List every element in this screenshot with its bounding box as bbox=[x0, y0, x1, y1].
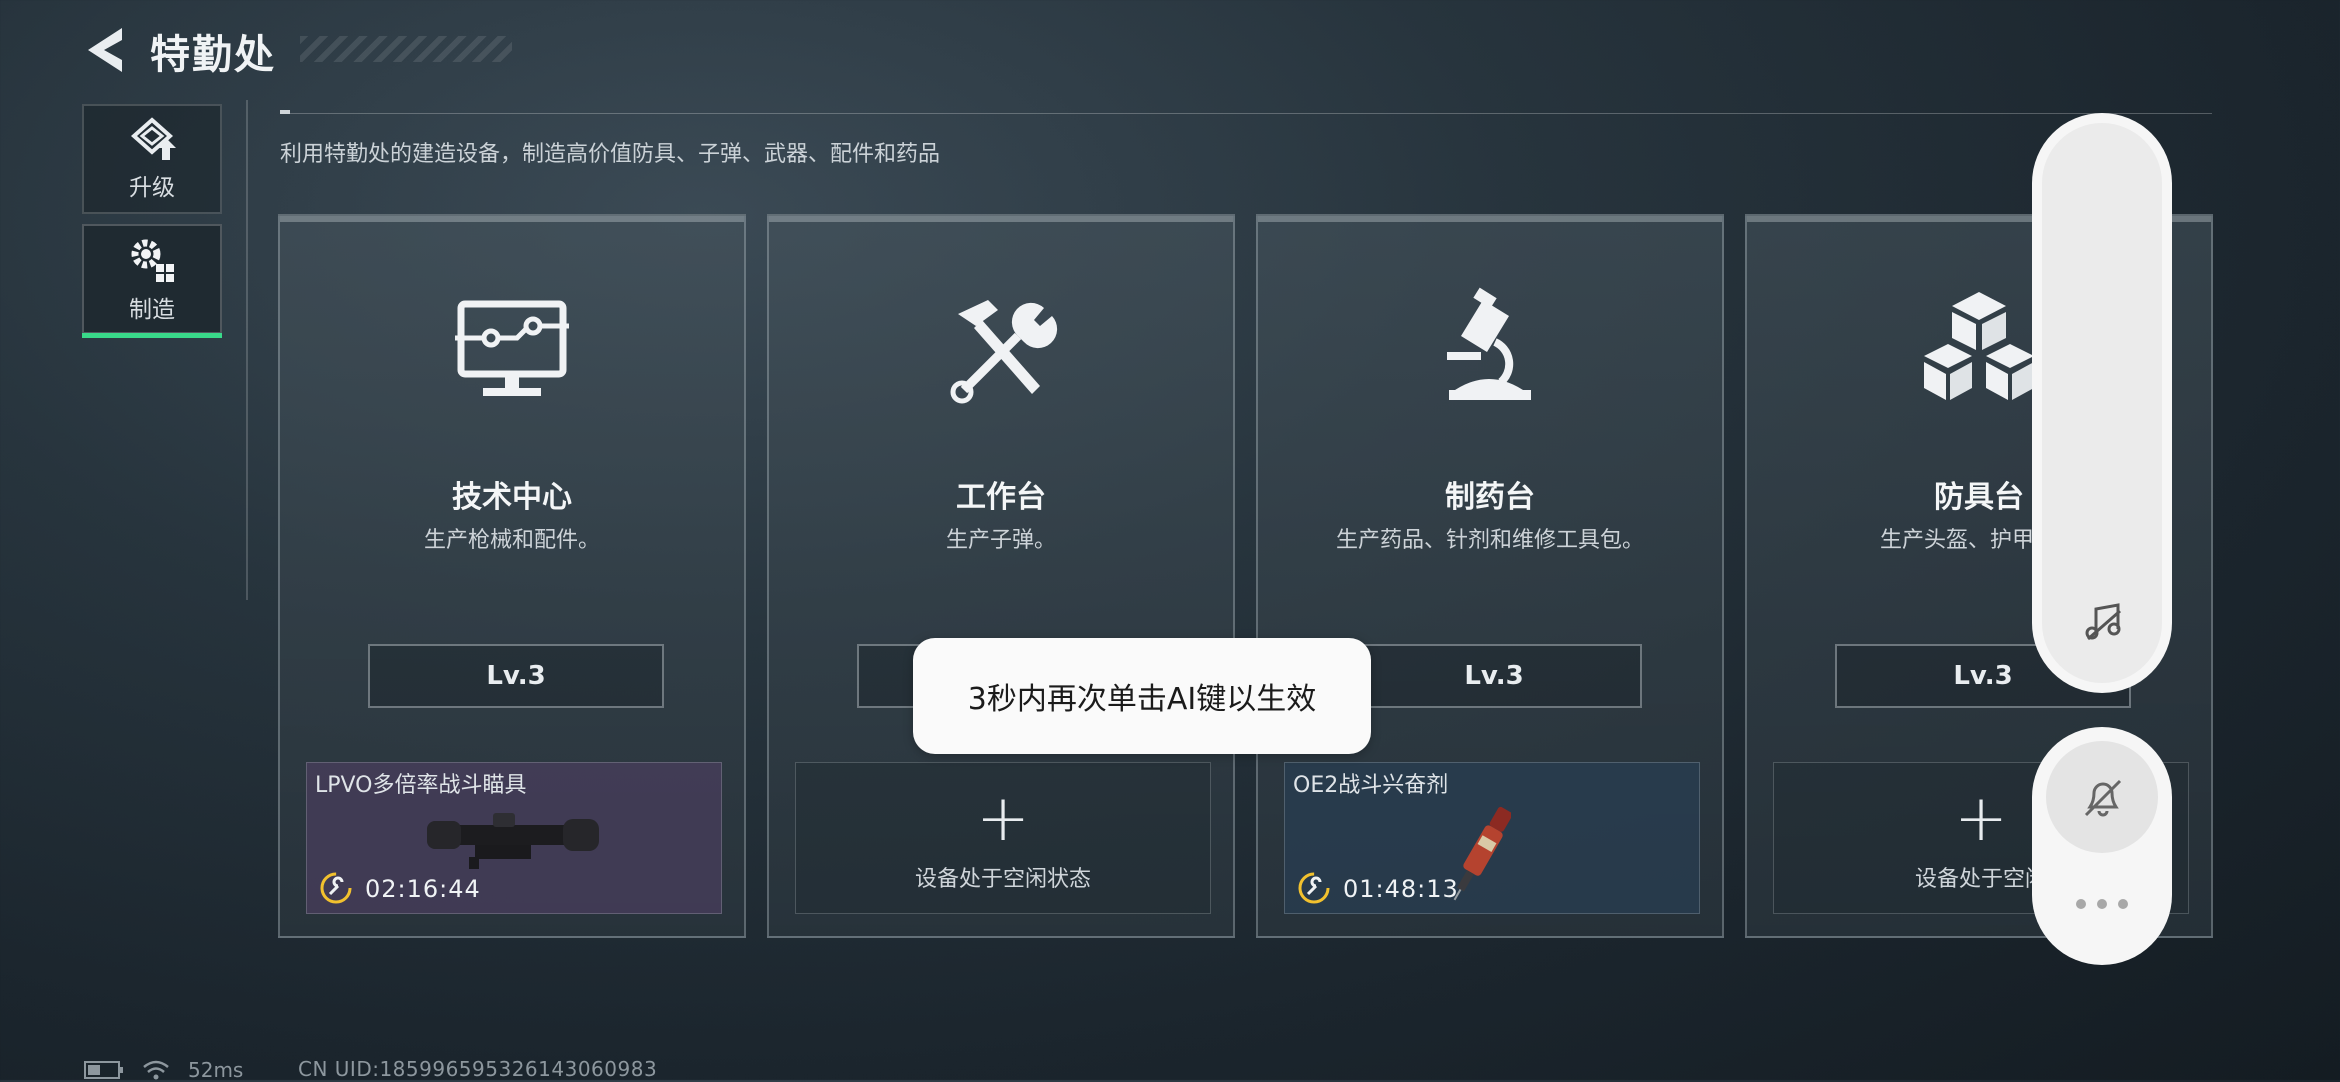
station-name: 技术中心 bbox=[452, 480, 572, 515]
item-name: OE2战斗兴奋剂 bbox=[1293, 773, 1449, 798]
ai-key-toast: 3秒内再次单击AI键以生效 bbox=[913, 638, 1371, 754]
sidebar-item-upgrade[interactable]: 升级 bbox=[82, 104, 222, 214]
station-level[interactable]: Lv.3 bbox=[368, 644, 664, 708]
upgrade-icon bbox=[130, 117, 176, 160]
battery-icon bbox=[84, 1061, 123, 1079]
music-off-icon[interactable] bbox=[2082, 601, 2124, 643]
section-description: 利用特勤处的建造设备，制造高价值防具、子弹、武器、配件和药品 bbox=[280, 142, 941, 167]
station-description: 生产药品、针剂和维修工具包。 bbox=[1335, 528, 1644, 553]
station-description: 生产枪械和配件。 bbox=[423, 528, 600, 553]
production-timer: 01:48:13 bbox=[1343, 875, 1459, 903]
floating-assistant-panel[interactable] bbox=[2032, 113, 2172, 693]
cubes-icon bbox=[1924, 292, 2034, 400]
divider bbox=[246, 100, 248, 600]
item-name: LPVO多倍率战斗瞄具 bbox=[315, 773, 527, 798]
hammer-wrench-icon bbox=[950, 300, 1058, 404]
divider-tick bbox=[280, 110, 290, 114]
station-level[interactable]: Lv.3 bbox=[1346, 644, 1642, 708]
back-arrow-icon[interactable] bbox=[82, 24, 128, 76]
status-bar: 52ms bbox=[84, 1058, 243, 1082]
station-card-pharmacy[interactable]: 制药台 生产药品、针剂和维修工具包。 Lv.3 OE2战斗兴奋剂 01:48:1… bbox=[1256, 214, 1724, 938]
page-title: 特勤处 bbox=[150, 32, 276, 78]
production-slot[interactable]: OE2战斗兴奋剂 01:48:13 bbox=[1284, 762, 1700, 914]
floating-controls[interactable] bbox=[2032, 727, 2172, 965]
station-name: 制药台 bbox=[1445, 480, 1535, 515]
injector-item-image bbox=[1453, 806, 1511, 901]
sidebar-item-label: 制造 bbox=[129, 297, 175, 323]
station-card-workbench[interactable]: 工作台 生产子弹。 Lv.3 + 设备处于空闲状态 bbox=[767, 214, 1235, 938]
ping-value: 52ms bbox=[188, 1058, 244, 1082]
production-slot[interactable]: + 设备处于空闲状态 bbox=[795, 762, 1211, 914]
title-decoration bbox=[300, 36, 512, 62]
sidebar-item-manufacture[interactable]: 制造 bbox=[82, 224, 222, 338]
timer-wrench-icon bbox=[1298, 872, 1330, 904]
divider bbox=[280, 113, 2212, 114]
production-slot[interactable]: LPVO多倍率战斗瞄具 02:16:44 bbox=[306, 762, 722, 914]
add-icon[interactable]: + bbox=[796, 787, 1210, 851]
station-description: 生产子弹。 bbox=[945, 528, 1056, 553]
station-name: 工作台 bbox=[956, 480, 1046, 515]
idle-status: 设备处于空闲状态 bbox=[914, 867, 1091, 892]
timer-wrench-icon bbox=[320, 872, 352, 904]
mute-notifications-button[interactable] bbox=[2046, 741, 2158, 853]
player-uid: CN UID:185996595326143060983 bbox=[298, 1057, 658, 1081]
more-options-icon[interactable] bbox=[2076, 899, 2128, 913]
monitor-icon bbox=[455, 300, 569, 396]
station-card-tech-center[interactable]: 技术中心 生产枪械和配件。 Lv.3 LPVO多倍率战斗瞄具 02:16:44 bbox=[278, 214, 746, 938]
production-timer: 02:16:44 bbox=[365, 875, 481, 903]
sidebar-item-label: 升级 bbox=[129, 175, 175, 201]
scope-item-image bbox=[427, 813, 599, 869]
wifi-icon bbox=[143, 1060, 169, 1080]
gears-icon bbox=[131, 239, 174, 282]
floating-panel-inner bbox=[2042, 123, 2162, 683]
active-indicator bbox=[82, 333, 222, 338]
bell-off-icon bbox=[2084, 779, 2122, 817]
microscope-icon bbox=[1447, 287, 1531, 400]
